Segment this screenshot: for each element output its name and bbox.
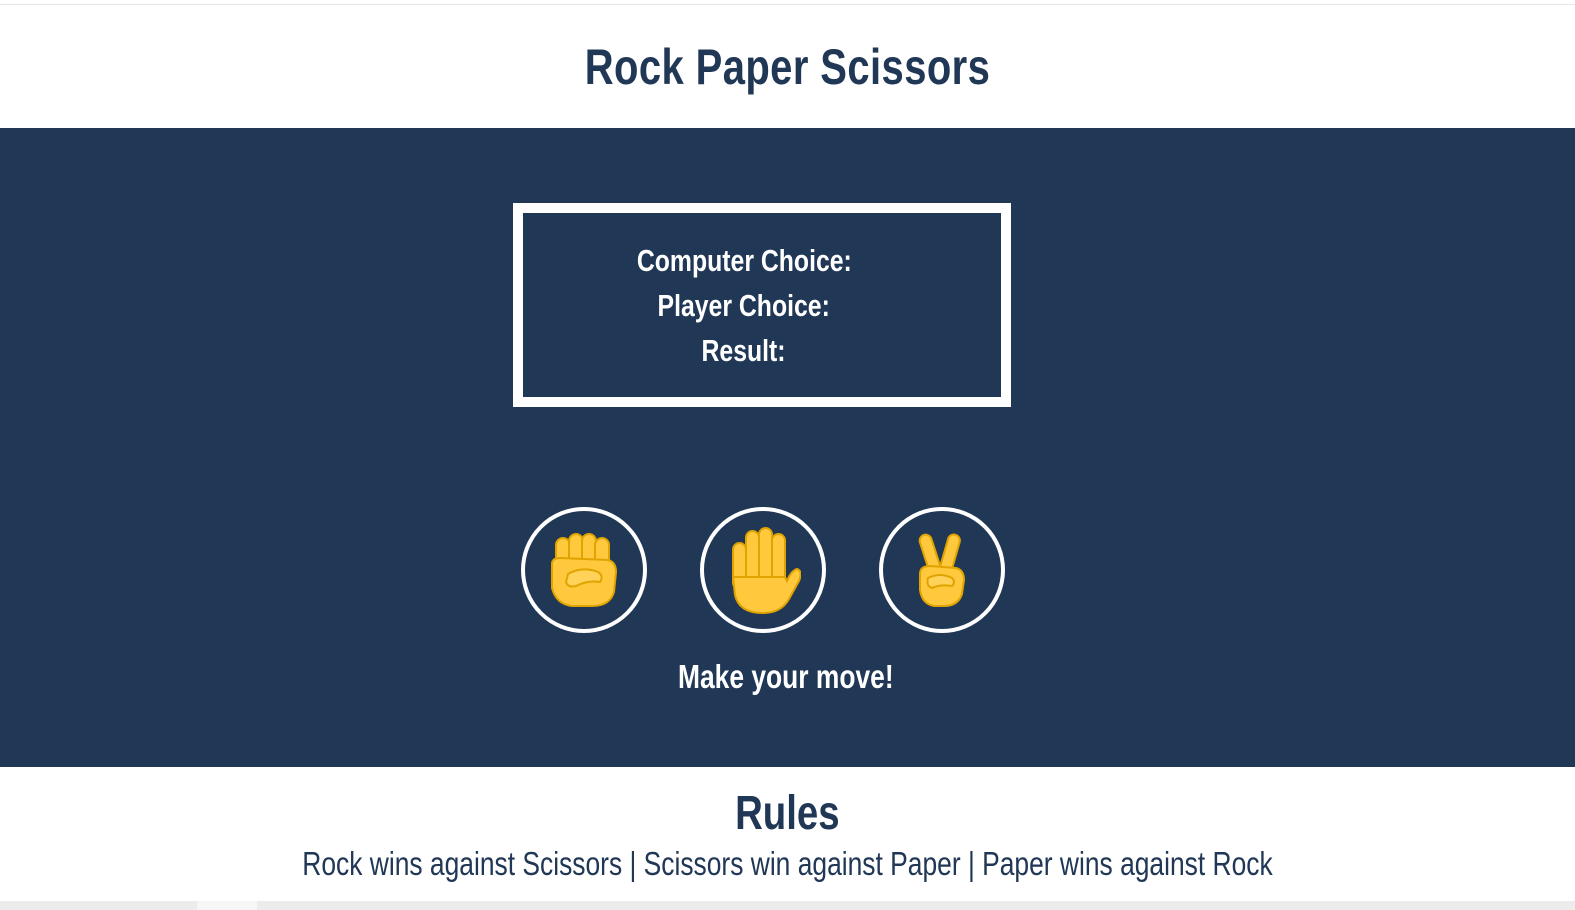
result-label: Result: bbox=[701, 332, 787, 368]
paper-button[interactable] bbox=[700, 507, 826, 633]
victory-hand-icon bbox=[918, 533, 966, 607]
scoreboard: Computer Choice: Player Choice: Result: bbox=[513, 203, 1011, 407]
rules-section: Rules Rock wins against Scissors | Sciss… bbox=[0, 767, 1575, 884]
scissors-button[interactable] bbox=[879, 507, 1005, 633]
rules-heading: Rules bbox=[0, 767, 1575, 841]
page-title: Rock Paper Scissors bbox=[584, 38, 991, 95]
raised-hand-icon bbox=[731, 527, 801, 615]
raised-fist-icon bbox=[551, 533, 618, 607]
scrollbar-thumb[interactable] bbox=[197, 901, 257, 910]
page: Rock Paper Scissors Computer Choice: Pla… bbox=[0, 0, 1575, 910]
computer-choice-label: Computer Choice: bbox=[636, 242, 852, 278]
rules-text: Rock wins against Scissors | Scissors wi… bbox=[0, 844, 1575, 884]
make-move-text: Make your move! bbox=[677, 658, 894, 695]
rules-heading-text: Rules bbox=[735, 787, 840, 840]
game-area: Computer Choice: Player Choice: Result: bbox=[0, 128, 1575, 767]
header: Rock Paper Scissors bbox=[0, 5, 1575, 128]
make-move-prompt: Make your move! bbox=[0, 658, 1575, 696]
rock-button[interactable] bbox=[521, 507, 647, 633]
rules-text-content: Rock wins against Scissors | Scissors wi… bbox=[302, 845, 1273, 882]
player-choice-label: Player Choice: bbox=[657, 287, 831, 323]
